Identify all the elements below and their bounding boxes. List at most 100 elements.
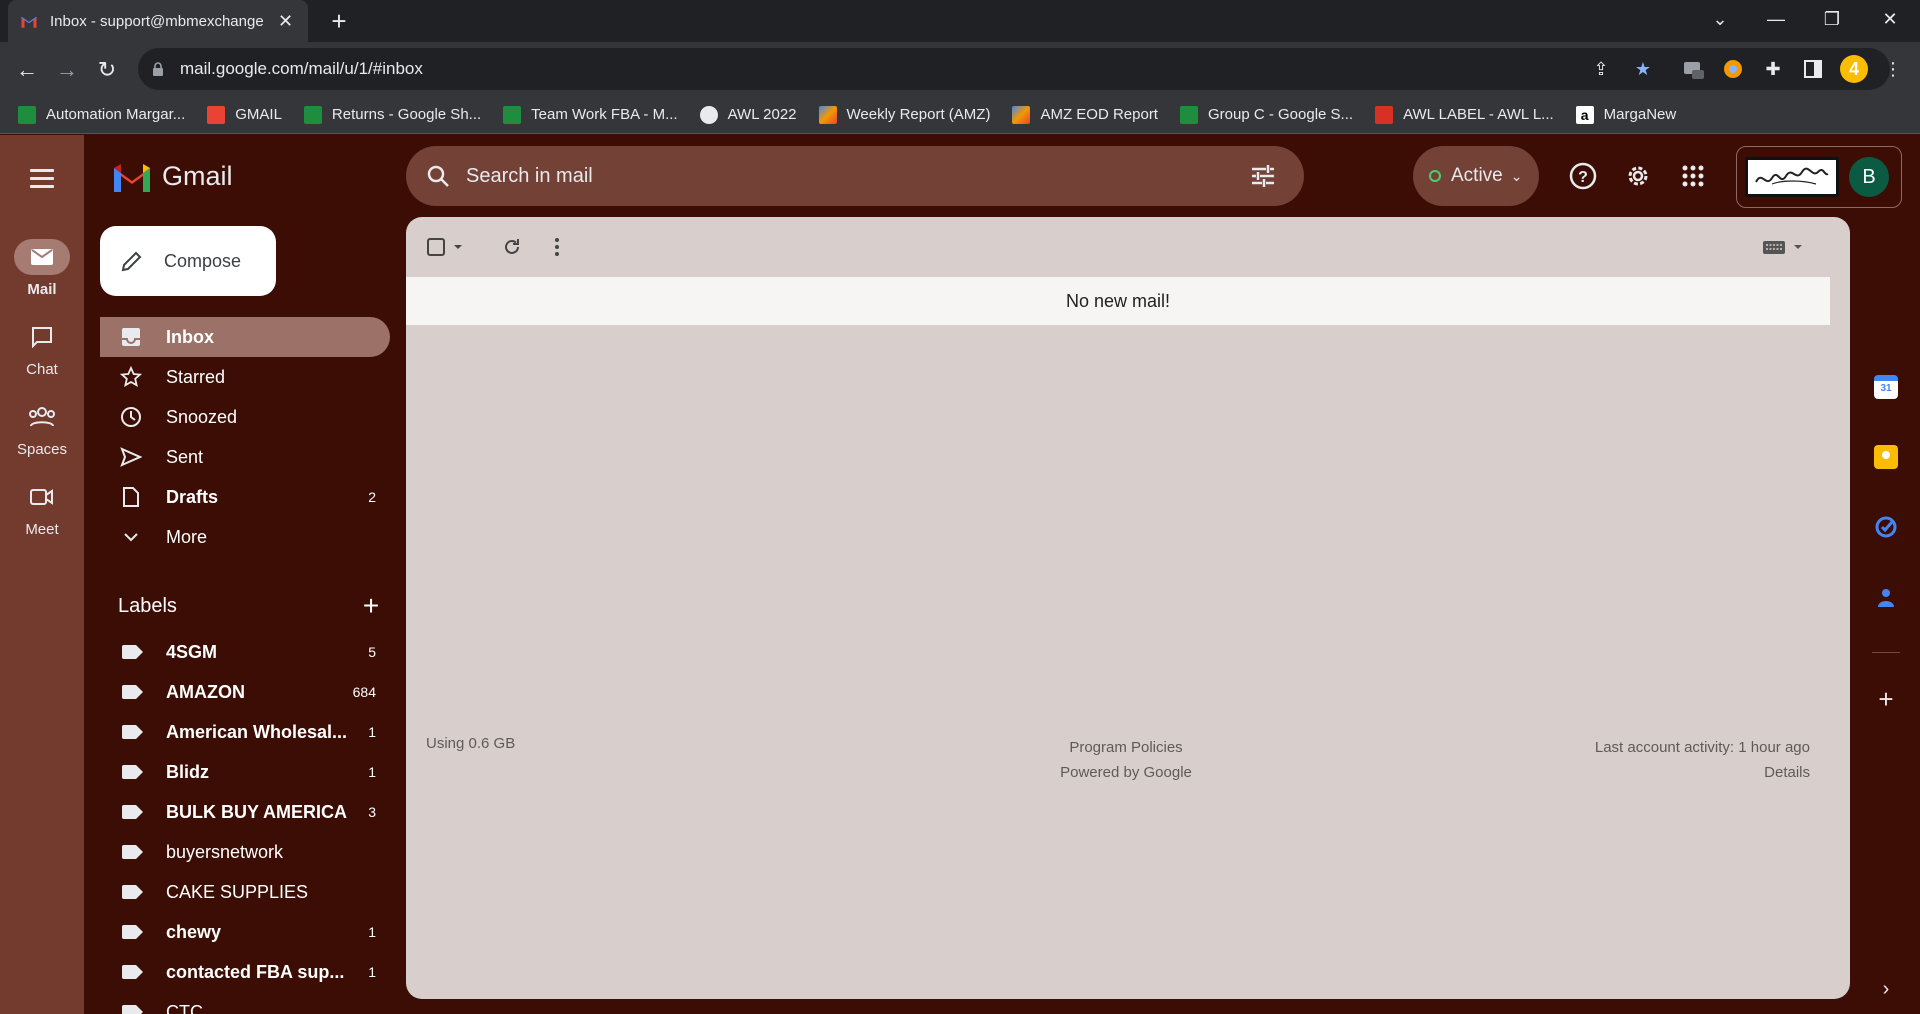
rail-label: Chat bbox=[26, 361, 58, 378]
bookmark-star-icon[interactable]: ★ bbox=[1630, 56, 1656, 82]
label-item[interactable]: buyersnetwork bbox=[100, 832, 390, 872]
rail-item-spaces[interactable]: Spaces bbox=[0, 399, 84, 458]
bookmark-item[interactable]: a MargaNew bbox=[1575, 105, 1676, 124]
rail-item-mail[interactable]: Mail bbox=[0, 239, 84, 298]
awl-icon bbox=[1375, 105, 1394, 124]
nav-item-more[interactable]: More bbox=[100, 517, 390, 557]
product-name: Gmail bbox=[162, 161, 233, 191]
label-item[interactable]: 4SGM 5 bbox=[100, 632, 390, 672]
nav-item-sent[interactable]: Sent bbox=[100, 437, 390, 477]
bookmark-item[interactable]: GMAIL bbox=[207, 105, 282, 124]
lock-icon bbox=[153, 62, 163, 76]
status-label: Active bbox=[1451, 165, 1503, 186]
side-panel-divider bbox=[1872, 652, 1900, 653]
search-input[interactable]: Search in mail bbox=[466, 165, 1248, 188]
help-icon[interactable]: ? bbox=[1568, 161, 1598, 191]
settings-gear-icon[interactable] bbox=[1623, 161, 1653, 191]
label-tag-icon bbox=[122, 685, 143, 699]
bookmark-item[interactable]: AWL 2022 bbox=[699, 105, 797, 124]
details-link[interactable]: Details bbox=[1595, 760, 1810, 785]
search-bar[interactable]: Search in mail bbox=[406, 146, 1304, 206]
refresh-icon[interactable] bbox=[502, 235, 522, 259]
footer-right: Last account activity: 1 hour ago Detail… bbox=[1595, 735, 1810, 785]
browser-menu-icon[interactable]: ⋮ bbox=[1880, 56, 1906, 82]
bookmark-item[interactable]: Returns - Google Sh... bbox=[303, 105, 481, 124]
get-addons-plus-icon[interactable]: + bbox=[1874, 686, 1898, 712]
new-tab-button[interactable]: + bbox=[324, 6, 354, 36]
select-all-checkbox[interactable] bbox=[426, 235, 466, 259]
label-item[interactable]: BULK BUY AMERICA 3 bbox=[100, 792, 390, 832]
extension-off-icon[interactable] bbox=[1680, 56, 1706, 82]
label-tag-icon bbox=[122, 965, 143, 979]
avatar[interactable]: B bbox=[1849, 157, 1889, 197]
rail-item-chat[interactable]: Chat bbox=[0, 319, 84, 378]
account-switcher[interactable]: B bbox=[1736, 146, 1902, 208]
gmail-m-icon bbox=[114, 163, 150, 192]
minimize-button[interactable]: — bbox=[1748, 0, 1804, 38]
keep-icon[interactable] bbox=[1874, 445, 1898, 469]
storage-usage[interactable]: Using 0.6 GB bbox=[426, 735, 515, 752]
last-activity-text: Last account activity: 1 hour ago bbox=[1594, 739, 1810, 756]
rail-item-meet[interactable]: Meet bbox=[0, 479, 84, 538]
compose-button[interactable]: Compose bbox=[100, 226, 276, 296]
label-item[interactable]: chewy 1 bbox=[100, 912, 390, 952]
send-icon bbox=[120, 446, 142, 468]
browser-tab-strip: Inbox - support@mbmexchange ✕ + ⌄ — ❐ ✕ bbox=[0, 0, 1920, 42]
profile-icon[interactable]: 4 bbox=[1840, 55, 1868, 83]
tab-close-icon[interactable]: ✕ bbox=[278, 11, 293, 32]
add-label-button[interactable]: + bbox=[356, 590, 386, 622]
more-options-icon[interactable] bbox=[554, 235, 560, 259]
bookmark-item[interactable]: Weekly Report (AMZ) bbox=[818, 105, 990, 124]
input-tools-keyboard-icon[interactable] bbox=[1762, 235, 1806, 259]
apps-grid-icon[interactable] bbox=[1678, 161, 1708, 191]
rail-label: Mail bbox=[27, 281, 57, 298]
label-item[interactable]: CAKE SUPPLIES bbox=[100, 872, 390, 912]
nav-item-snoozed[interactable]: Snoozed bbox=[100, 397, 390, 437]
label-item[interactable]: American Wholesal... 1 bbox=[100, 712, 390, 752]
address-bar[interactable]: mail.google.com/mail/u/1/#inbox bbox=[138, 48, 1890, 90]
extensions-puzzle-icon[interactable]: ✚ bbox=[1760, 56, 1786, 82]
status-dropdown[interactable]: Active ⌄ bbox=[1413, 146, 1539, 206]
nav-item-drafts[interactable]: Drafts 2 bbox=[100, 477, 390, 517]
chevron-right-icon[interactable]: › bbox=[1874, 977, 1898, 1001]
main-menu-button[interactable] bbox=[22, 159, 62, 199]
label-tag-icon bbox=[122, 765, 143, 779]
label-item[interactable]: AMAZON 684 bbox=[100, 672, 390, 712]
browser-tab[interactable]: Inbox - support@mbmexchange ✕ bbox=[8, 0, 308, 42]
compose-label: Compose bbox=[164, 250, 242, 271]
svg-text:?: ? bbox=[1578, 169, 1588, 186]
nav-item-starred[interactable]: Starred bbox=[100, 357, 390, 397]
share-icon[interactable]: ⇪ bbox=[1588, 56, 1614, 82]
color-picker-icon[interactable] bbox=[1720, 56, 1746, 82]
close-window-button[interactable]: ✕ bbox=[1862, 0, 1918, 38]
side-panel-icon[interactable] bbox=[1800, 56, 1826, 82]
program-policies-link[interactable]: Program Policies bbox=[906, 735, 1346, 760]
back-button[interactable]: ← bbox=[12, 55, 42, 85]
label-tag-icon bbox=[122, 1005, 143, 1014]
label-item[interactable]: CTC bbox=[100, 992, 390, 1014]
footer-center: Program Policies Powered by Google bbox=[906, 735, 1346, 785]
gmail-logo[interactable]: Gmail bbox=[112, 161, 233, 192]
reload-button[interactable]: ↻ bbox=[92, 55, 122, 85]
tab-search-icon[interactable]: ⌄ bbox=[1692, 0, 1748, 38]
search-icon[interactable] bbox=[426, 164, 450, 188]
search-options-icon[interactable] bbox=[1248, 161, 1278, 191]
contacts-icon[interactable] bbox=[1874, 585, 1898, 609]
label-item[interactable]: Blidz 1 bbox=[100, 752, 390, 792]
tasks-icon[interactable] bbox=[1874, 515, 1898, 539]
bookmark-item[interactable]: AWL LABEL - AWL L... bbox=[1375, 105, 1554, 124]
bookmark-item[interactable]: Automation Margar... bbox=[18, 105, 185, 124]
bookmark-item[interactable]: Group C - Google S... bbox=[1179, 105, 1353, 124]
powered-by-text: Powered by Google bbox=[1060, 764, 1192, 781]
inbox-icon bbox=[120, 326, 142, 348]
bookmark-item[interactable]: AMZ EOD Report bbox=[1012, 105, 1158, 124]
draft-icon bbox=[120, 486, 142, 508]
calendar-icon[interactable]: 31 bbox=[1874, 375, 1898, 399]
nav-item-inbox[interactable]: Inbox bbox=[100, 317, 390, 357]
restore-button[interactable]: ❐ bbox=[1804, 0, 1860, 38]
bookmark-item[interactable]: Team Work FBA - M... bbox=[503, 105, 678, 124]
mail-toolbar bbox=[406, 217, 1850, 277]
label-item[interactable]: contacted FBA sup... 1 bbox=[100, 952, 390, 992]
label-tag-icon bbox=[122, 925, 143, 939]
forward-button[interactable]: → bbox=[52, 55, 82, 85]
